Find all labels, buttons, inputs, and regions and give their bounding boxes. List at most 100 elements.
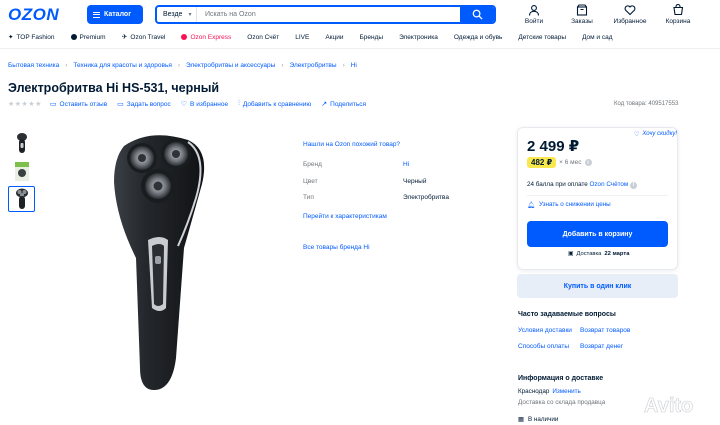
comment-icon: ▭	[49, 101, 57, 108]
star-icon: ✦	[8, 34, 14, 41]
installment-term: × 6 мес	[559, 159, 582, 166]
ask-question-label: Задать вопрос	[126, 100, 171, 108]
nav-item-ozon-travel[interactable]: ✈ Ozon Travel	[122, 31, 166, 43]
stock-status: ▦ В наличии	[518, 416, 558, 423]
breadcrumb-item[interactable]: Hi	[351, 62, 357, 69]
leave-review-link[interactable]: ▭ Оставить отзыв	[49, 100, 107, 109]
search-scope-select[interactable]: Везде ▾	[157, 7, 197, 22]
spec-key: Тип	[303, 194, 314, 201]
delivery-date: 22 марта	[604, 251, 630, 257]
buy-one-click-button[interactable]: Купить в один клик	[517, 274, 678, 298]
thumbnail-shaver-front[interactable]	[8, 186, 35, 212]
spec-value-link[interactable]: Hi	[403, 161, 409, 168]
header-login[interactable]: Войти	[510, 4, 558, 25]
faq-link-payment[interactable]: Способы оплаты	[518, 343, 569, 350]
bell-icon: 🔔︎	[527, 202, 535, 209]
want-discount-link[interactable]: ♡ Хочу скидку!	[634, 131, 677, 138]
store-icon: ▦	[518, 416, 524, 423]
add-favorite-link[interactable]: ♡ В избранное	[180, 100, 229, 109]
all-specs-link[interactable]: Перейти к характеристикам	[303, 213, 387, 220]
nav-item-ozon-schet[interactable]: Ozon Счёт	[247, 31, 279, 43]
add-compare-label: Добавить к сравнению	[242, 100, 312, 108]
search-bar: Везде ▾ Искать на Ozon	[155, 5, 496, 24]
menu-icon	[93, 11, 100, 18]
price-drop-notify-link[interactable]: 🔔︎ Узнать о снижении цены	[527, 201, 611, 209]
header-orders[interactable]: Заказы	[558, 4, 606, 25]
nav-item-brands[interactable]: Бренды	[360, 31, 384, 43]
shaver-thumbnail-image	[15, 188, 28, 209]
faq-link-returns[interactable]: Возврат товаров	[580, 327, 630, 334]
chevron-right-icon: ›	[342, 62, 345, 69]
faq-link-refund[interactable]: Возврат денег	[580, 343, 623, 350]
add-favorite-label: В избранное	[190, 100, 229, 108]
bonus-info: 24 балла при оплате Ozon Счётом i	[527, 181, 637, 189]
box-icon: ▣	[568, 251, 574, 257]
city-name: Краснодар	[518, 388, 550, 395]
share-icon: ↗	[321, 101, 328, 108]
header-login-label: Войти	[524, 18, 544, 25]
thumbnail-package[interactable]	[8, 158, 35, 184]
info-icon[interactable]: i	[629, 181, 637, 189]
nav-item-top-fashion[interactable]: ✦ TOP Fashion	[8, 31, 55, 43]
nav-item-label: TOP Fashion	[16, 33, 55, 41]
header-cart-label: Корзина	[665, 18, 691, 25]
ozon-logo[interactable]: OZON	[8, 5, 59, 25]
search-input[interactable]: Искать на Ozon	[197, 7, 460, 22]
product-code: Код товара: 409517553	[614, 101, 679, 107]
question-icon: ▭	[117, 101, 124, 108]
header-cart[interactable]: Корзина	[654, 4, 702, 25]
chevron-right-icon: ›	[65, 62, 68, 69]
breadcrumb-item[interactable]: Техника для красоты и здоровья	[73, 62, 171, 69]
thumbnail-shaver-angle[interactable]	[8, 130, 35, 156]
heart-icon	[624, 5, 636, 16]
box-icon	[576, 4, 588, 16]
spec-key: Бренд	[303, 161, 322, 168]
breadcrumb-item[interactable]: Электробритвы	[290, 62, 337, 69]
heart-icon: ♡	[180, 101, 188, 108]
ask-question-link[interactable]: ▭ Задать вопрос	[117, 100, 171, 109]
similar-product-link[interactable]: Нашли на Ozon похожий товар?	[303, 141, 400, 148]
change-city-link[interactable]: Изменить	[552, 388, 580, 395]
nav-item-kids[interactable]: Детские товары	[518, 31, 566, 43]
brand-products-link[interactable]: Все товары бренда Hi	[303, 244, 370, 251]
nav-item-label: Электроника	[399, 33, 438, 41]
nav-item-home[interactable]: Дом и сад	[582, 31, 612, 43]
product-actions: ★★★★★ ▭ Оставить отзыв ▭ Задать вопрос ♡…	[8, 100, 376, 108]
premium-icon	[70, 34, 77, 40]
header-icons: Войти Заказы Избранное Корзина	[510, 4, 702, 25]
delivery-city: Краснодар Изменить	[518, 388, 581, 395]
share-link[interactable]: ↗ Поделиться	[321, 100, 366, 109]
breadcrumb-item[interactable]: Электробритвы и аксессуары	[186, 62, 275, 69]
add-compare-link[interactable]: ⫶ Добавить к сравнению	[238, 100, 311, 108]
header-orders-label: Заказы	[571, 18, 593, 25]
add-to-cart-button[interactable]: Добавить в корзину	[527, 221, 668, 247]
ozon-account-link[interactable]: Ozon Счётом	[590, 181, 629, 188]
installment-info: 482 ₽ × 6 мес i	[527, 157, 592, 168]
info-icon[interactable]: i	[584, 159, 592, 166]
chevron-down-icon: ▾	[188, 12, 192, 18]
breadcrumb: Бытовая техника › Техника для красоты и з…	[8, 62, 357, 69]
user-icon	[528, 5, 540, 16]
product-price: 2 499 ₽	[527, 138, 580, 155]
header-divider	[0, 48, 720, 49]
package-thumbnail-image	[14, 162, 29, 181]
nav-item-live[interactable]: LIVE	[295, 31, 309, 43]
nav-item-ozon-express[interactable]: Ozon Express	[181, 31, 231, 43]
installment-price: 482 ₽	[527, 157, 557, 168]
spec-value: Черный	[403, 178, 427, 185]
header-favorites[interactable]: Избранное	[606, 4, 654, 25]
nav-item-label: Premium	[79, 33, 106, 41]
stock-status-label: В наличии	[527, 416, 559, 423]
travel-icon: ✈	[121, 34, 128, 41]
catalog-button[interactable]: Каталог	[87, 5, 143, 24]
nav-item-sales[interactable]: Акции	[325, 31, 343, 43]
delivery-estimate: ▣ Доставка 22 марта	[568, 251, 629, 257]
nav-item-label: LIVE	[295, 33, 310, 41]
nav-item-electronics[interactable]: Электроника	[399, 31, 438, 43]
breadcrumb-item[interactable]: Бытовая техника	[8, 62, 59, 69]
faq-link-delivery[interactable]: Условия доставки	[518, 327, 572, 334]
search-scope-label: Везде	[163, 11, 183, 18]
search-button[interactable]	[460, 7, 494, 22]
nav-item-clothing[interactable]: Одежда и обувь	[454, 31, 503, 43]
nav-item-premium[interactable]: Premium	[70, 31, 106, 43]
